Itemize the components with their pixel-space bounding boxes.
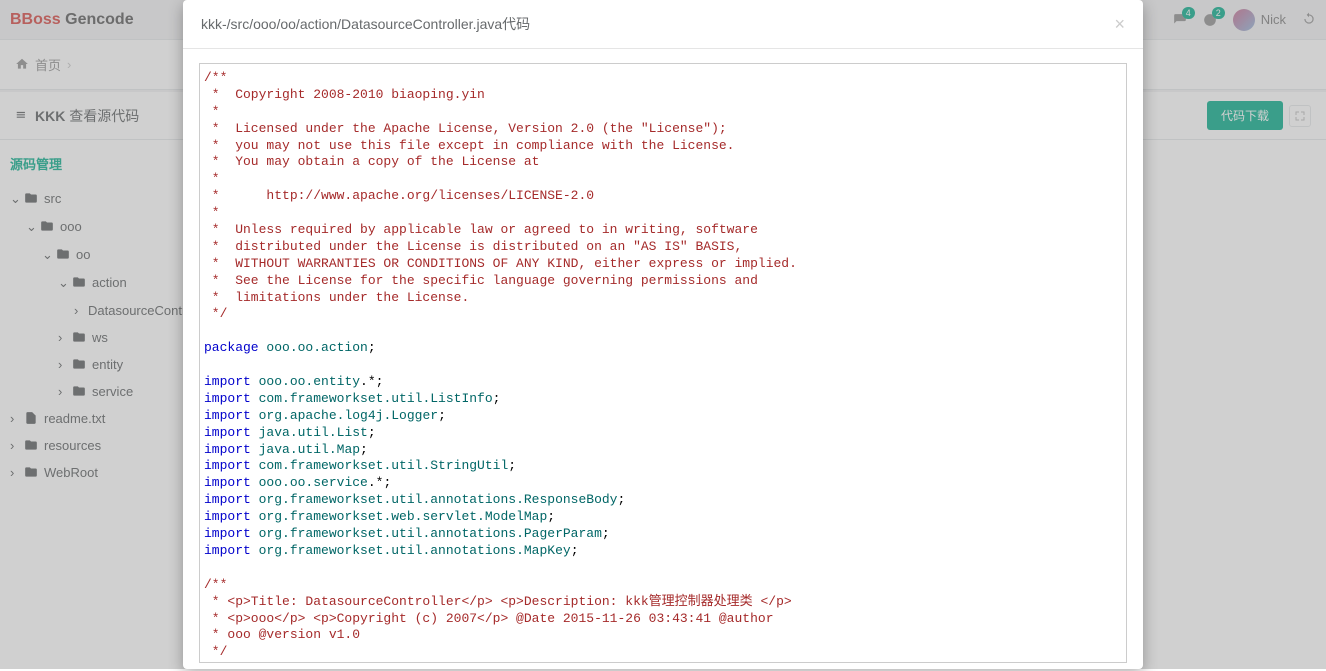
- code-viewer[interactable]: /** * Copyright 2008-2010 biaoping.yin *…: [199, 63, 1127, 663]
- modal-header: kkk-/src/ooo/oo/action/DatasourceControl…: [183, 0, 1143, 49]
- modal-title-suffix: 代码: [502, 16, 530, 32]
- modal-overlay[interactable]: kkk-/src/ooo/oo/action/DatasourceControl…: [0, 0, 1326, 669]
- code-modal: kkk-/src/ooo/oo/action/DatasourceControl…: [183, 0, 1143, 669]
- close-icon[interactable]: ×: [1114, 15, 1125, 33]
- modal-title-path: kkk-/src/ooo/oo/action/DatasourceControl…: [201, 16, 502, 32]
